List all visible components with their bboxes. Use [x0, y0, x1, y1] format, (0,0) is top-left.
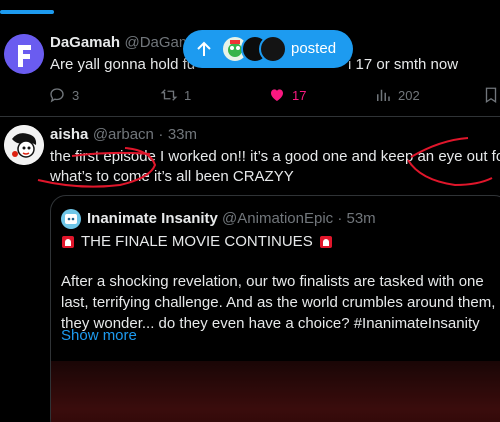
new-posts-pill[interactable]: posted: [183, 30, 353, 68]
dot-separator: ·: [158, 126, 164, 143]
dot-separator: ·: [337, 210, 343, 227]
quoted-media-preview[interactable]: [51, 361, 500, 422]
author-name[interactable]: aisha: [50, 126, 88, 143]
like-button[interactable]: 17: [268, 86, 306, 104]
pill-avatar-3: [259, 35, 287, 63]
view-count: 202: [398, 87, 420, 103]
siren-icon: [319, 235, 332, 248]
avatar-dagamah[interactable]: [4, 34, 44, 74]
quoted-tweet-card[interactable]: Inanimate Insanity @AnimationEpic · 53m …: [50, 195, 500, 422]
bookmark-icon: [485, 87, 497, 104]
retweet-count: 1: [184, 87, 192, 103]
views-button[interactable]: 202: [374, 86, 420, 104]
heart-icon: [271, 89, 283, 101]
bookmark-button[interactable]: [482, 86, 500, 104]
tweet-divider: [0, 116, 500, 117]
retweet-button[interactable]: 1: [160, 86, 191, 104]
arrow-up-icon: [197, 41, 211, 56]
author-name[interactable]: DaGamah: [50, 34, 120, 51]
show-more-link[interactable]: Show more: [61, 327, 137, 344]
reply-icon: [50, 88, 64, 103]
analytics-icon: [377, 89, 390, 101]
quoted-author-handle[interactable]: @AnimationEpic: [222, 210, 333, 227]
pill-label: posted: [291, 40, 337, 57]
quoted-title: THE FINALE MOVIE CONTINUES: [81, 233, 313, 250]
avatar-aisha[interactable]: [4, 125, 44, 165]
tweet-text-line-1: the first episode I worked on!! it’s a g…: [50, 148, 500, 165]
quoted-author-name[interactable]: Inanimate Insanity: [87, 210, 218, 227]
quoted-text: After a shocking revelation, our two fin…: [61, 273, 496, 332]
quoted-avatar: [61, 209, 81, 229]
author-handle[interactable]: @arbacn: [93, 126, 154, 143]
reply-button[interactable]: 3: [48, 86, 79, 104]
active-tab-indicator: [0, 10, 54, 14]
tweet-text-line-2: what’s to come it’s all been CRAZYY: [50, 168, 294, 185]
tweet-text-start: Are yall gonna hold fu: [50, 56, 196, 73]
reply-count: 3: [72, 87, 80, 103]
like-count: 17: [292, 87, 307, 103]
tweet-text-end: i 17 or smth now: [348, 56, 459, 73]
retweet-icon: [160, 89, 178, 101]
quoted-post-time[interactable]: 53m: [347, 210, 376, 227]
siren-icon: [62, 235, 74, 248]
post-time[interactable]: 33m: [168, 126, 197, 143]
